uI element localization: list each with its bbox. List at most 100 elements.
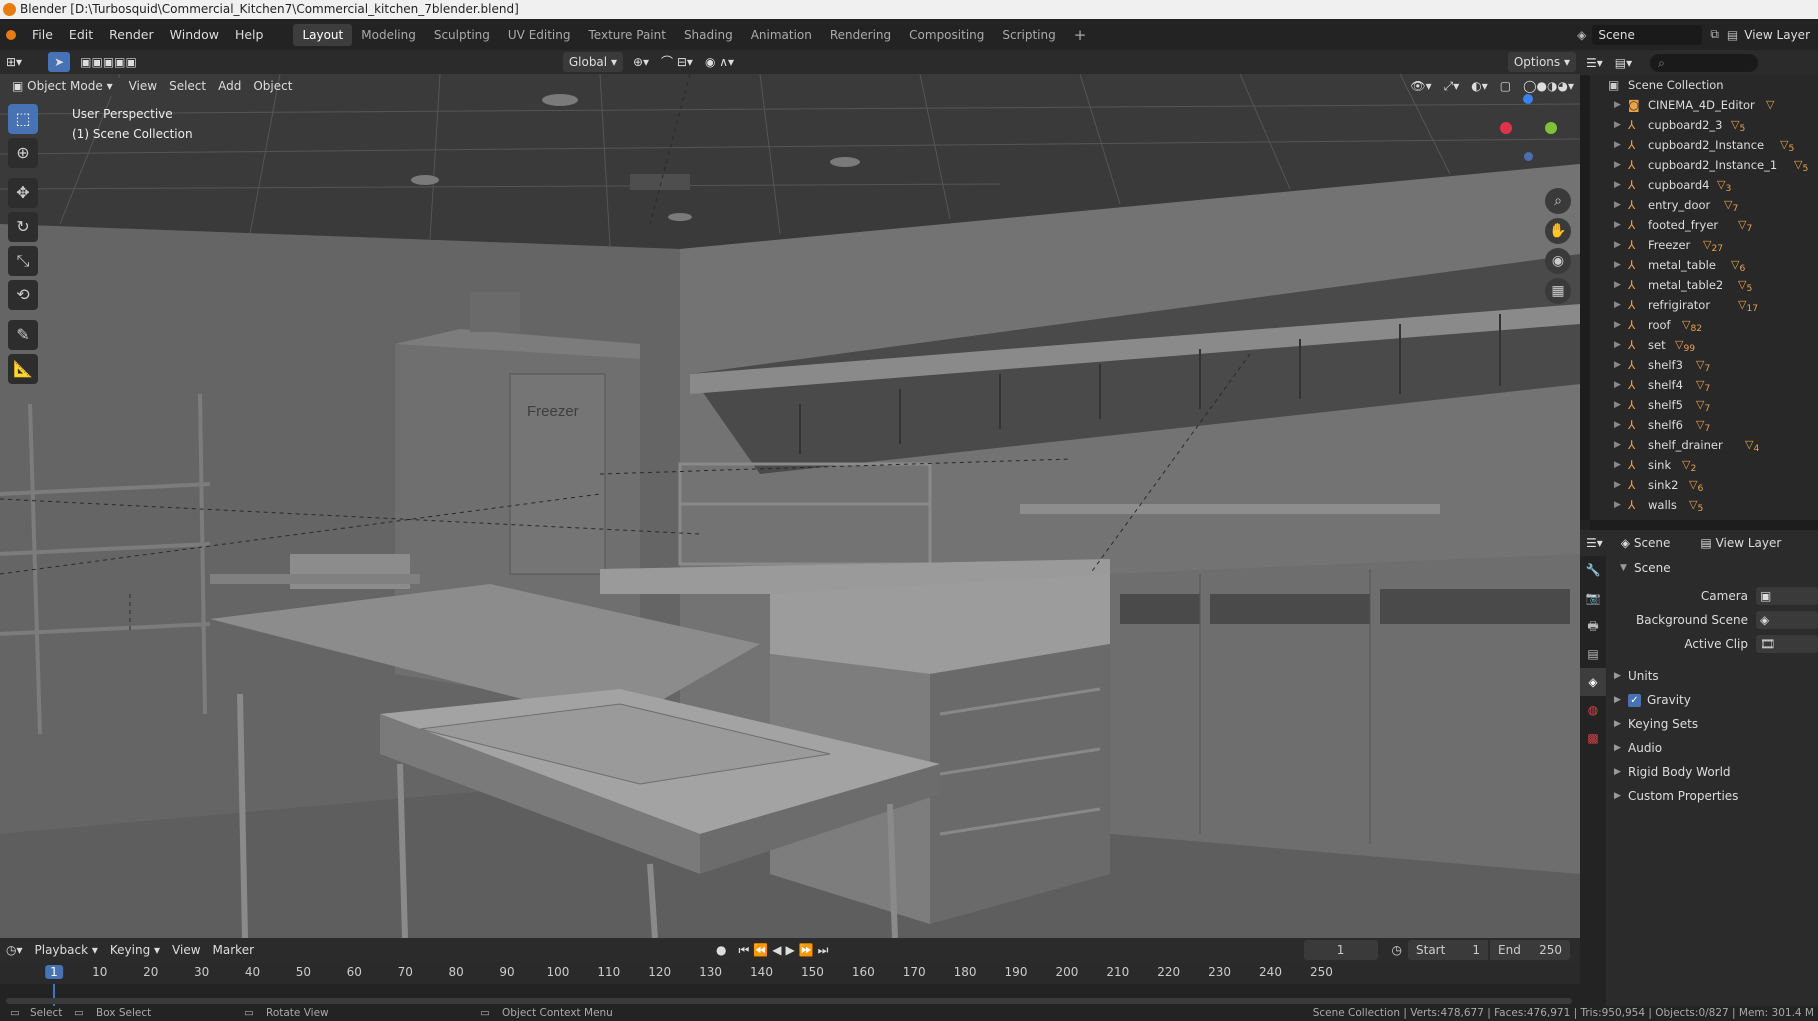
outliner-item[interactable]: ▶ ⅄ shelf3 ▽7 bbox=[1590, 355, 1818, 375]
xray-icon[interactable]: ▢ bbox=[1494, 76, 1517, 96]
tab-sculpting[interactable]: Sculpting bbox=[425, 24, 499, 46]
expand-arrow-icon[interactable]: ▶ bbox=[1614, 435, 1621, 455]
keying-sets-section[interactable]: ▶ Keying Sets bbox=[1606, 712, 1818, 736]
mesh-data-icon[interactable]: ▽5 bbox=[1689, 495, 1703, 519]
outliner-root[interactable]: ▣ Scene Collection bbox=[1590, 75, 1818, 95]
tab-layout[interactable]: Layout bbox=[293, 23, 353, 46]
orientation-dropdown[interactable]: Global ▾ bbox=[562, 52, 623, 72]
viewport-menu-select[interactable]: Select bbox=[163, 76, 212, 96]
expand-arrow-icon[interactable]: ▶ bbox=[1614, 175, 1621, 195]
gravity-checkbox[interactable]: ✓ bbox=[1628, 694, 1641, 707]
editor-type-icon[interactable]: ⊞▾ bbox=[0, 52, 28, 72]
blender-menu-icon[interactable] bbox=[6, 29, 16, 40]
clock-icon[interactable]: ◷ bbox=[1386, 940, 1408, 960]
options-dropdown[interactable]: Options ▾ bbox=[1507, 52, 1576, 72]
zoom-icon[interactable]: ⌕ bbox=[1545, 188, 1571, 214]
proportional-edit-icon[interactable]: ◉ ∧▾ bbox=[699, 52, 740, 72]
visibility-icon[interactable]: 👁▾ bbox=[1404, 76, 1437, 96]
scale-tool-icon[interactable]: ⤡ bbox=[8, 246, 38, 276]
expand-arrow-icon[interactable]: ▶ bbox=[1614, 375, 1621, 395]
expand-arrow-icon[interactable]: ▶ bbox=[1614, 315, 1621, 335]
menu-help[interactable]: Help bbox=[227, 19, 272, 50]
menu-file[interactable]: File bbox=[24, 19, 61, 50]
outliner-item[interactable]: ▶ ⅄ shelf6 ▽7 bbox=[1590, 415, 1818, 435]
expand-arrow-icon[interactable]: ▶ bbox=[1614, 395, 1621, 415]
rigid-body-world-section[interactable]: ▶ Rigid Body World bbox=[1606, 760, 1818, 784]
expand-arrow-icon[interactable]: ▶ bbox=[1614, 355, 1621, 375]
outliner-item[interactable]: ▶ ⅄ shelf5 ▽7 bbox=[1590, 395, 1818, 415]
view-layer-tab-icon[interactable]: ▤ bbox=[1580, 640, 1606, 668]
view-layer-field[interactable]: View Layer bbox=[1744, 28, 1810, 42]
outliner-item[interactable]: ▶ ⅄ cupboard2_3 ▽5 bbox=[1590, 115, 1818, 135]
outliner-item[interactable]: ▶ ⅄ metal_table ▽6 bbox=[1590, 255, 1818, 275]
scene-icon[interactable]: ◈ bbox=[1577, 28, 1586, 42]
outliner-item[interactable]: ▶ ⅄ walls ▽5 bbox=[1590, 495, 1818, 515]
gravity-section[interactable]: ▶ ✓ Gravity bbox=[1606, 688, 1818, 712]
outliner-item[interactable]: ▶ ⅄ sink2 ▽6 bbox=[1590, 475, 1818, 495]
pan-icon[interactable]: ✋ bbox=[1545, 218, 1571, 244]
outliner-search-icon[interactable]: ⌕ bbox=[1650, 53, 1759, 72]
shading-mode-icons[interactable]: ◯●◑◕▾ bbox=[1517, 76, 1580, 96]
3d-viewport[interactable]: Freezer ▣ Object Mode ▾ View Select Add … bbox=[0, 74, 1580, 938]
expand-arrow-icon[interactable]: ▶ bbox=[1614, 335, 1621, 355]
outliner-item[interactable]: ▶ ⅄ refrigirator ▽17 bbox=[1590, 295, 1818, 315]
expand-arrow-icon[interactable]: ▶ bbox=[1614, 195, 1621, 215]
record-icon[interactable]: ● bbox=[710, 940, 732, 960]
cursor-tool-icon[interactable]: ⊕ bbox=[8, 138, 38, 168]
outliner-item[interactable]: ▶ ⅄ shelf_drainer ▽4 bbox=[1590, 435, 1818, 455]
expand-arrow-icon[interactable]: ▶ bbox=[1614, 115, 1621, 135]
outliner-item[interactable]: ▶ ⅄ footed_fryer ▽7 bbox=[1590, 215, 1818, 235]
expand-arrow-icon[interactable]: ▶ bbox=[1614, 455, 1621, 475]
x-axis-icon[interactable] bbox=[1500, 122, 1512, 134]
move-tool-icon[interactable]: ✥ bbox=[8, 178, 38, 208]
menu-edit[interactable]: Edit bbox=[61, 19, 101, 50]
overlay-toggle-icon[interactable]: ◐▾ bbox=[1465, 76, 1494, 96]
timeline-body[interactable] bbox=[0, 984, 1580, 1006]
audio-section[interactable]: ▶ Audio bbox=[1606, 736, 1818, 760]
new-scene-icon[interactable]: ⧉ bbox=[1710, 27, 1719, 42]
measure-tool-icon[interactable]: 📐 bbox=[8, 354, 38, 384]
outliner-item[interactable]: ▶ ⅄ cupboard2_Instance_1 ▽5 bbox=[1590, 155, 1818, 175]
transform-tool-icon[interactable]: ⟲ bbox=[8, 280, 38, 310]
scene-panel-header[interactable]: ▼ Scene bbox=[1606, 556, 1818, 580]
viewport-menu-view[interactable]: View bbox=[123, 76, 163, 96]
timeline-menu-keying[interactable]: Keying ▾ bbox=[104, 940, 166, 960]
tab-modeling[interactable]: Modeling bbox=[352, 24, 425, 46]
z-axis-icon[interactable] bbox=[1523, 94, 1533, 104]
select-tool-icon[interactable]: ➤ bbox=[48, 52, 71, 72]
current-frame-marker[interactable]: 1 bbox=[45, 965, 63, 979]
world-tab-icon[interactable]: ◍ bbox=[1580, 696, 1606, 724]
expand-arrow-icon[interactable]: ▶ bbox=[1614, 155, 1621, 175]
outliner-editor-type-icon[interactable]: ☰▾ bbox=[1580, 53, 1609, 73]
texture-tab-icon[interactable]: ▩ bbox=[1580, 724, 1606, 752]
tab-scripting[interactable]: Scripting bbox=[993, 24, 1064, 46]
start-frame-field[interactable]: Start 1 bbox=[1408, 940, 1488, 960]
snap-icon[interactable]: ⌒ ⊟▾ bbox=[655, 52, 699, 72]
rotate-tool-icon[interactable]: ↻ bbox=[8, 212, 38, 242]
render-tab-icon[interactable]: 📷 bbox=[1580, 584, 1606, 612]
expand-arrow-icon[interactable]: ▶ bbox=[1614, 135, 1621, 155]
expand-arrow-icon[interactable]: ▶ bbox=[1614, 495, 1621, 515]
outliner-item[interactable]: ▶ ⅄ cupboard2_Instance ▽5 bbox=[1590, 135, 1818, 155]
select-box-tool-icon[interactable]: ⬚ bbox=[8, 104, 38, 134]
outliner-item[interactable]: ▶ ⅄ entry_door ▽7 bbox=[1590, 195, 1818, 215]
custom-properties-section[interactable]: ▶ Custom Properties bbox=[1606, 784, 1818, 808]
outliner-item[interactable]: ▶ ⅄ metal_table2 ▽5 bbox=[1590, 275, 1818, 295]
camera-field[interactable]: ▣ bbox=[1756, 587, 1818, 605]
outliner-item[interactable]: ▶ ⅄ roof ▽82 bbox=[1590, 315, 1818, 335]
expand-arrow-icon[interactable]: ▶ bbox=[1614, 295, 1621, 315]
tab-shading[interactable]: Shading bbox=[675, 24, 742, 46]
timeline-scrollbar[interactable] bbox=[6, 998, 1572, 1004]
tab-rendering[interactable]: Rendering bbox=[821, 24, 900, 46]
tool-tab-icon[interactable]: 🔧 bbox=[1580, 556, 1606, 584]
ortho-toggle-icon[interactable]: ▦ bbox=[1545, 278, 1571, 304]
units-section[interactable]: ▶ Units bbox=[1606, 664, 1818, 688]
background-scene-field[interactable]: ◈ bbox=[1756, 611, 1818, 629]
expand-arrow-icon[interactable]: ▶ bbox=[1614, 215, 1621, 235]
scene-field[interactable]: Scene bbox=[1592, 24, 1703, 45]
pivot-icon[interactable]: ⊕▾ bbox=[627, 52, 655, 72]
timeline-editor-type-icon[interactable]: ◷▾ bbox=[0, 940, 29, 960]
add-workspace-icon[interactable]: + bbox=[1065, 24, 1096, 46]
expand-arrow-icon[interactable]: ▶ bbox=[1614, 415, 1621, 435]
expand-arrow-icon[interactable]: ▶ bbox=[1614, 255, 1621, 275]
